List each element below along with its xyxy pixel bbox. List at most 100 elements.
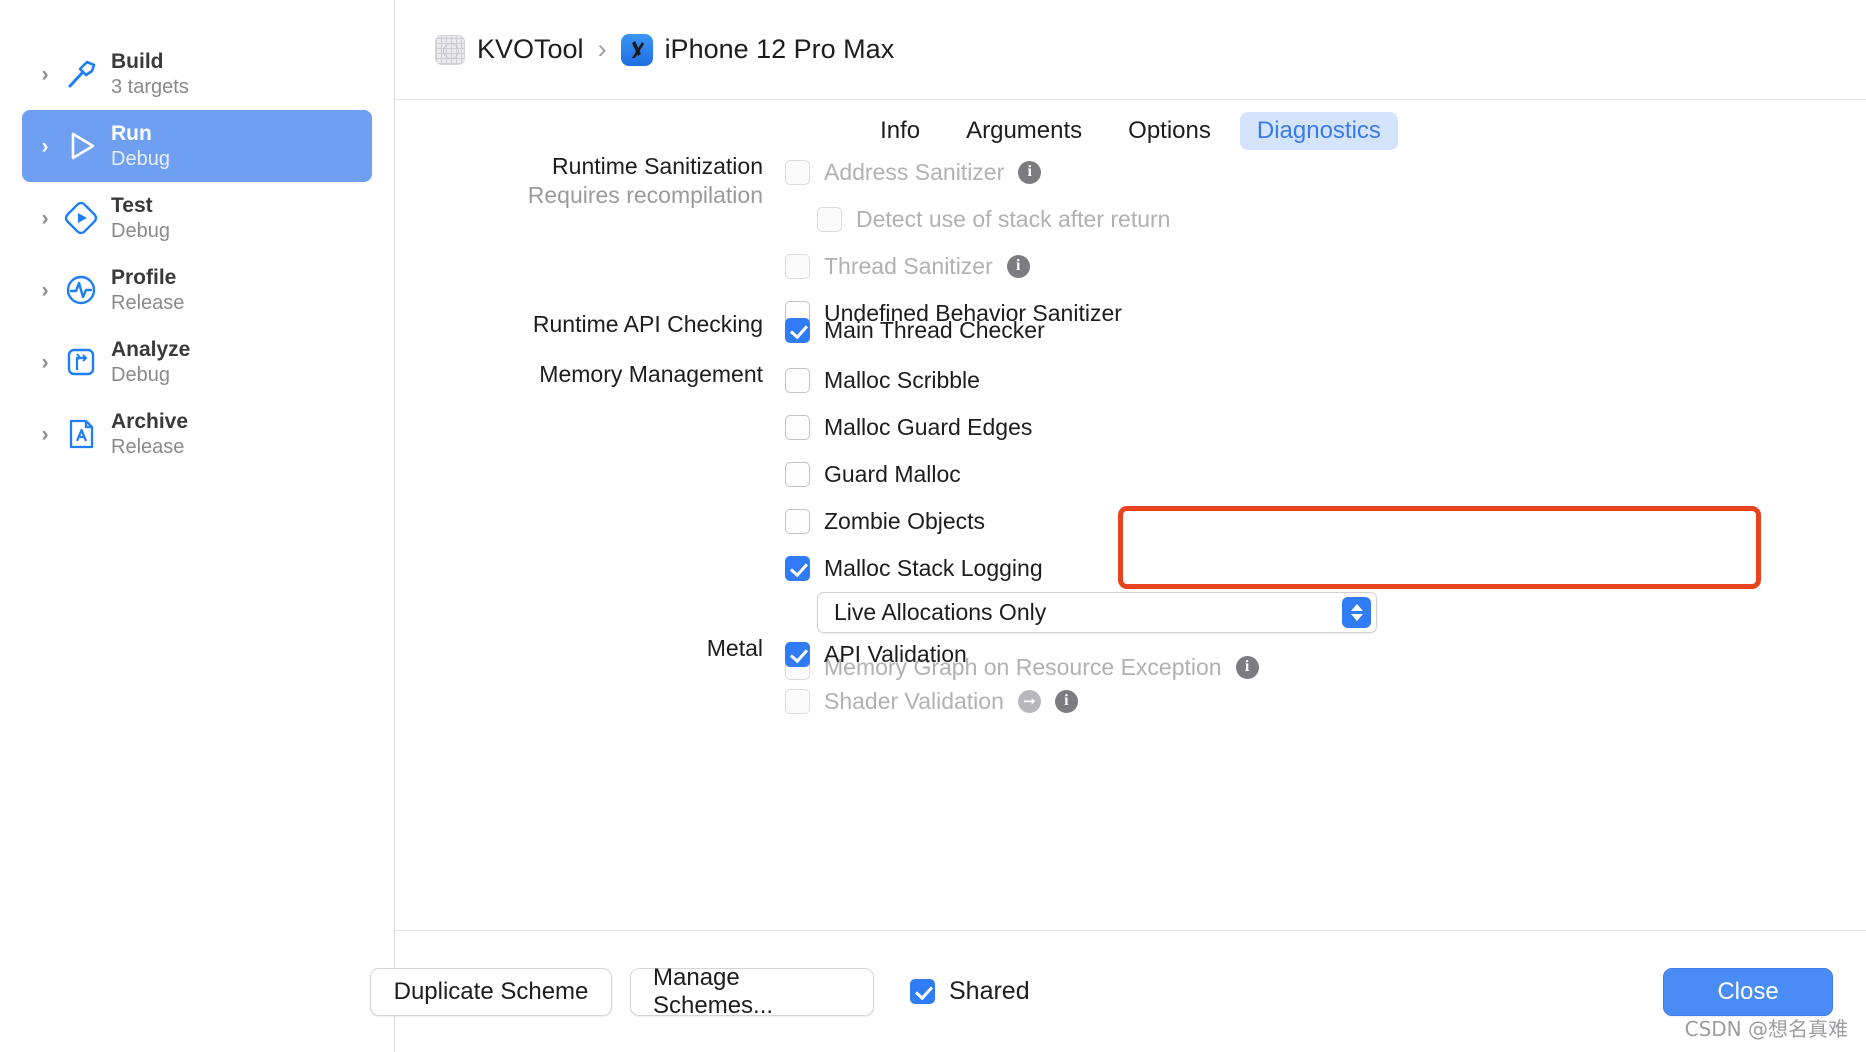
scheme-actions-sidebar: › Build 3 targets › Run Debug bbox=[0, 0, 395, 1052]
api-validation-checkbox[interactable] bbox=[785, 642, 810, 667]
hammer-icon bbox=[58, 51, 104, 97]
malloc-stack-logging-select[interactable]: Live Allocations Only bbox=[817, 592, 1377, 633]
info-icon[interactable]: i bbox=[1236, 656, 1259, 679]
info-icon[interactable]: i bbox=[1055, 690, 1078, 713]
checkbox-row-address-sanitizer[interactable]: Address Sanitizer i bbox=[785, 152, 1170, 192]
archive-doc-icon bbox=[58, 411, 104, 457]
sidebar-item-title: Run bbox=[111, 121, 170, 147]
breadcrumb-destination-label: iPhone 12 Pro Max bbox=[665, 34, 895, 65]
section-label-runtime-api-checking: Runtime API Checking bbox=[395, 310, 785, 357]
sidebar-item-subtitle: Debug bbox=[111, 219, 170, 243]
thread-sanitizer-label: Thread Sanitizer bbox=[824, 253, 993, 280]
play-icon bbox=[58, 123, 104, 169]
checkbox-row-detect-stack-after-return[interactable]: Detect use of stack after return bbox=[817, 199, 1170, 239]
breadcrumb-destination[interactable]: iPhone 12 Pro Max bbox=[621, 34, 895, 66]
tab-options[interactable]: Options bbox=[1111, 112, 1228, 150]
thread-sanitizer-checkbox[interactable] bbox=[785, 254, 810, 279]
main-thread-checker-checkbox[interactable] bbox=[785, 318, 810, 343]
zombie-objects-label: Zombie Objects bbox=[824, 508, 985, 535]
malloc-stack-logging-label: Malloc Stack Logging bbox=[824, 555, 1043, 582]
shader-validation-checkbox[interactable] bbox=[785, 689, 810, 714]
sidebar-item-subtitle: 3 targets bbox=[111, 75, 189, 99]
sidebar-item-title: Profile bbox=[111, 265, 184, 291]
detect-stack-after-return-label: Detect use of stack after return bbox=[856, 206, 1170, 233]
simulator-icon bbox=[621, 34, 653, 66]
malloc-scribble-label: Malloc Scribble bbox=[824, 367, 980, 394]
section-title: Memory Management bbox=[395, 360, 763, 389]
duplicate-scheme-button[interactable]: Duplicate Scheme bbox=[370, 968, 612, 1016]
address-sanitizer-label: Address Sanitizer bbox=[824, 159, 1004, 186]
tab-info[interactable]: Info bbox=[863, 112, 937, 150]
sidebar-item-analyze[interactable]: › Analyze Debug bbox=[22, 326, 372, 398]
scheme-editor-window: › Build 3 targets › Run Debug bbox=[0, 0, 1866, 1052]
section-title: Runtime API Checking bbox=[395, 310, 763, 339]
checkbox-row-main-thread-checker[interactable]: Main Thread Checker bbox=[785, 310, 1045, 350]
guard-malloc-checkbox[interactable] bbox=[785, 462, 810, 487]
up-down-chevron-icon[interactable] bbox=[1342, 597, 1371, 628]
info-icon[interactable]: i bbox=[1018, 161, 1041, 184]
sidebar-item-profile[interactable]: › Profile Release bbox=[22, 254, 372, 326]
project-icon bbox=[435, 35, 465, 65]
section-label-metal: Metal bbox=[395, 634, 785, 728]
guard-malloc-label: Guard Malloc bbox=[824, 461, 961, 488]
tab-diagnostics[interactable]: Diagnostics bbox=[1240, 112, 1398, 150]
sidebar-item-subtitle: Release bbox=[111, 435, 188, 459]
checkbox-row-malloc-scribble[interactable]: Malloc Scribble bbox=[785, 360, 1377, 400]
test-diamond-icon bbox=[58, 195, 104, 241]
sidebar-item-build[interactable]: › Build 3 targets bbox=[22, 38, 372, 110]
chevron-right-icon[interactable]: › bbox=[32, 64, 58, 85]
address-sanitizer-checkbox[interactable] bbox=[785, 160, 810, 185]
breadcrumb-project[interactable]: KVOTool bbox=[435, 34, 584, 65]
chevron-right-icon[interactable]: › bbox=[32, 352, 58, 373]
checkbox-row-api-validation[interactable]: API Validation bbox=[785, 634, 1078, 674]
checkbox-row-malloc-guard-edges[interactable]: Malloc Guard Edges bbox=[785, 407, 1377, 447]
close-button[interactable]: Close bbox=[1663, 968, 1833, 1016]
sidebar-item-test[interactable]: › Test Debug bbox=[22, 182, 372, 254]
checkbox-row-shader-validation[interactable]: Shader Validation ➞ i bbox=[785, 681, 1078, 721]
manage-schemes-button[interactable]: Manage Schemes... bbox=[630, 968, 874, 1016]
diagnostics-pane: Runtime Sanitization Requires recompilat… bbox=[395, 162, 1866, 930]
metal-options: API Validation Shader Validation ➞ i bbox=[785, 634, 1078, 728]
checkbox-row-guard-malloc[interactable]: Guard Malloc bbox=[785, 454, 1377, 494]
shared-checkbox[interactable] bbox=[910, 979, 935, 1004]
sidebar-item-title: Analyze bbox=[111, 337, 190, 363]
sidebar-item-archive[interactable]: › Archive Release bbox=[22, 398, 372, 470]
section-title: Metal bbox=[395, 634, 763, 663]
tab-arguments[interactable]: Arguments bbox=[949, 112, 1099, 150]
analyze-square-icon bbox=[58, 339, 104, 385]
section-metal: Metal API Validation Shader Validation ➞… bbox=[395, 634, 1078, 728]
malloc-stack-logging-select-value: Live Allocations Only bbox=[834, 599, 1046, 626]
sidebar-item-subtitle: Debug bbox=[111, 147, 170, 171]
zombie-objects-checkbox[interactable] bbox=[785, 509, 810, 534]
shared-label: Shared bbox=[949, 977, 1030, 1006]
chevron-right-icon[interactable]: › bbox=[32, 280, 58, 301]
runtime-api-checking-options: Main Thread Checker bbox=[785, 310, 1045, 357]
shader-validation-label: Shader Validation bbox=[824, 688, 1004, 715]
chevron-right-icon[interactable]: › bbox=[32, 136, 58, 157]
malloc-scribble-checkbox[interactable] bbox=[785, 368, 810, 393]
breadcrumb-separator-icon: › bbox=[598, 34, 607, 65]
arrow-right-icon[interactable]: ➞ bbox=[1018, 690, 1041, 713]
dialog-footer: Duplicate Scheme Manage Schemes... Share… bbox=[395, 930, 1866, 1052]
sidebar-item-run[interactable]: › Run Debug bbox=[22, 110, 372, 182]
sidebar-item-title: Archive bbox=[111, 409, 188, 435]
chevron-right-icon[interactable]: › bbox=[32, 208, 58, 229]
sidebar-item-subtitle: Release bbox=[111, 291, 184, 315]
breadcrumb: KVOTool › iPhone 12 Pro Max bbox=[395, 0, 1866, 100]
highlight-annotation-malloc-stack-logging bbox=[1118, 506, 1761, 589]
main-thread-checker-label: Main Thread Checker bbox=[824, 317, 1045, 344]
malloc-guard-edges-checkbox[interactable] bbox=[785, 415, 810, 440]
info-icon[interactable]: i bbox=[1007, 255, 1030, 278]
detect-stack-after-return-checkbox[interactable] bbox=[817, 207, 842, 232]
malloc-stack-logging-checkbox[interactable] bbox=[785, 556, 810, 581]
breadcrumb-project-label: KVOTool bbox=[477, 34, 584, 65]
shared-checkbox-row[interactable]: Shared bbox=[910, 977, 1030, 1006]
checkbox-row-thread-sanitizer[interactable]: Thread Sanitizer i bbox=[785, 246, 1170, 286]
malloc-guard-edges-label: Malloc Guard Edges bbox=[824, 414, 1032, 441]
section-runtime-api-checking: Runtime API Checking Main Thread Checker bbox=[395, 310, 1045, 357]
sidebar-item-title: Test bbox=[111, 193, 170, 219]
watermark: CSDN @想名真难 bbox=[1685, 1013, 1848, 1042]
section-subtitle: Requires recompilation bbox=[395, 181, 763, 210]
section-title: Runtime Sanitization bbox=[395, 152, 763, 181]
chevron-right-icon[interactable]: › bbox=[32, 424, 58, 445]
